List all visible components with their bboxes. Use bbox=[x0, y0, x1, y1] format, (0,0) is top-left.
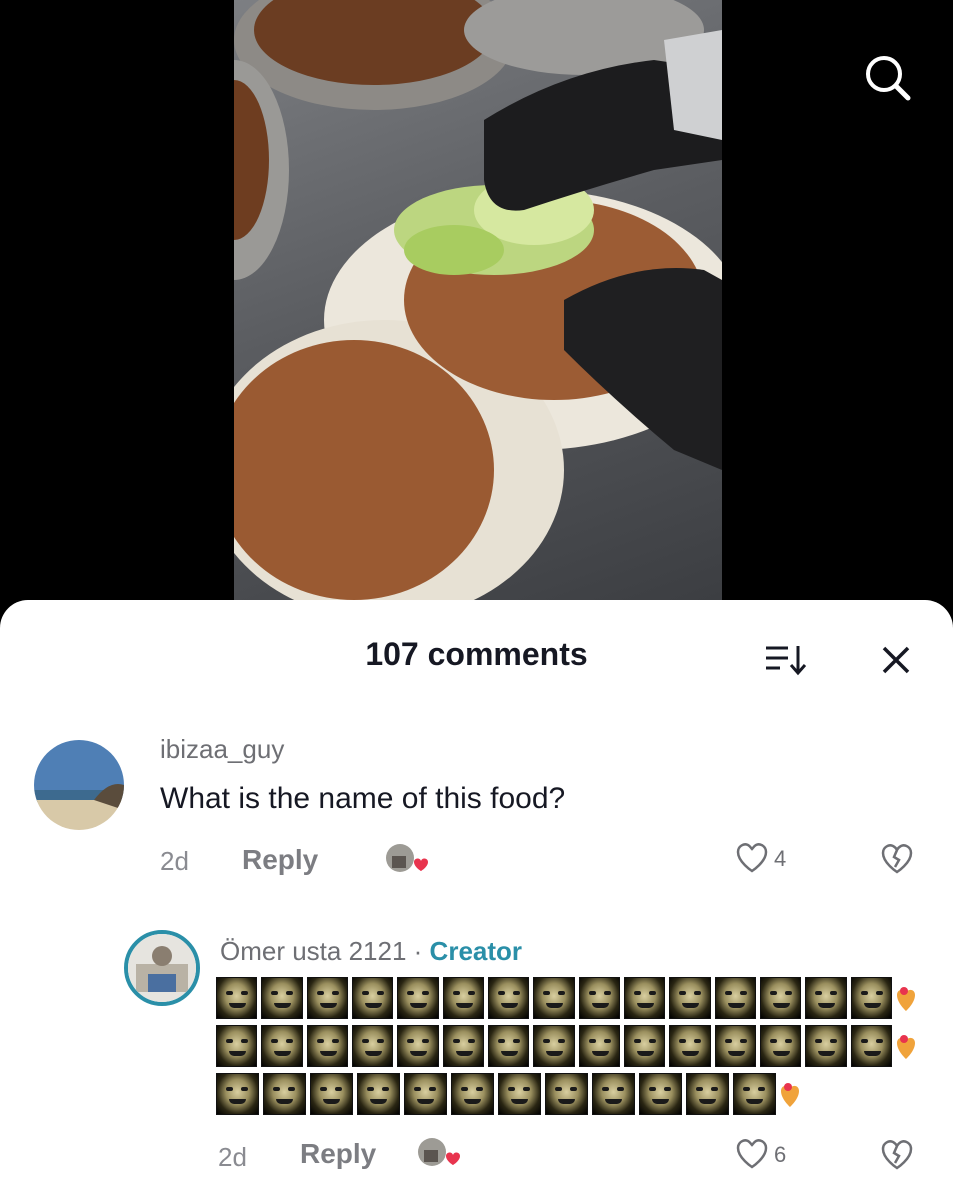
sort-button[interactable] bbox=[760, 640, 810, 680]
creator-badge: Creator bbox=[429, 936, 523, 966]
face-emoji bbox=[451, 1073, 494, 1115]
face-emoji bbox=[759, 977, 802, 1019]
comment-time: 2d bbox=[160, 846, 189, 876]
emoji-row bbox=[216, 976, 916, 1020]
face-emoji bbox=[351, 1025, 394, 1067]
face-emoji bbox=[351, 977, 394, 1019]
heart-sticker-icon bbox=[896, 981, 916, 1015]
face-emoji bbox=[686, 1073, 729, 1115]
face-emoji bbox=[623, 977, 666, 1019]
face-emoji bbox=[805, 977, 847, 1019]
face-emoji bbox=[216, 1073, 259, 1115]
search-button[interactable] bbox=[858, 48, 918, 108]
face-emoji bbox=[442, 977, 484, 1019]
face-emoji bbox=[714, 977, 756, 1019]
like-count: 4 bbox=[774, 846, 787, 871]
face-emoji bbox=[306, 1025, 348, 1067]
search-icon bbox=[866, 56, 911, 101]
sort-icon bbox=[766, 646, 807, 676]
broken-heart-icon bbox=[881, 844, 913, 874]
dislike-button[interactable] bbox=[878, 840, 916, 878]
emoji-row bbox=[216, 1072, 916, 1116]
heart-sticker-icon bbox=[896, 1029, 916, 1063]
face-emoji bbox=[487, 1025, 530, 1067]
creator-liked-badge bbox=[416, 1136, 460, 1172]
face-emoji bbox=[578, 1025, 620, 1067]
creator-avatar[interactable] bbox=[124, 930, 200, 1006]
reply-header: Ömer usta 2121 · Creator bbox=[220, 936, 522, 967]
face-emoji bbox=[545, 1073, 588, 1115]
face-emoji bbox=[805, 1025, 847, 1067]
face-emoji bbox=[261, 1025, 303, 1067]
heart-sticker-icon bbox=[780, 1077, 800, 1111]
broken-heart-icon bbox=[881, 1140, 913, 1170]
beach-avatar-image bbox=[34, 740, 124, 830]
face-emoji bbox=[669, 1025, 711, 1067]
creator-liked-icon bbox=[386, 844, 428, 872]
video-player[interactable] bbox=[0, 0, 953, 620]
face-emoji bbox=[498, 1073, 541, 1115]
face-emoji bbox=[263, 1073, 306, 1115]
comment-username[interactable]: ibizaa_guy bbox=[160, 734, 284, 765]
heart-icon bbox=[736, 843, 768, 873]
face-emoji bbox=[669, 977, 711, 1019]
creator-liked-badge bbox=[384, 842, 428, 878]
face-emoji bbox=[733, 1073, 776, 1115]
face-emoji bbox=[639, 1073, 682, 1115]
separator-dot: · bbox=[406, 936, 430, 966]
face-emoji bbox=[397, 1025, 439, 1067]
like-count: 6 bbox=[774, 1142, 787, 1167]
reply-button[interactable]: Reply bbox=[300, 1138, 376, 1170]
reply-time: 2d bbox=[218, 1142, 247, 1172]
comment-text: What is the name of this food? bbox=[160, 782, 566, 815]
face-emoji bbox=[310, 1073, 353, 1115]
emoji-row bbox=[216, 1024, 916, 1068]
creator-avatar-image bbox=[128, 934, 196, 1002]
face-emoji bbox=[533, 977, 575, 1019]
comment-count: 107 comments bbox=[365, 636, 588, 672]
face-emoji bbox=[623, 1025, 666, 1067]
face-emoji bbox=[261, 977, 303, 1019]
face-emoji bbox=[404, 1073, 447, 1115]
face-emoji bbox=[759, 1025, 802, 1067]
face-emoji bbox=[592, 1073, 635, 1115]
creator-liked-icon bbox=[418, 1138, 460, 1166]
face-emoji bbox=[216, 977, 258, 1019]
face-emoji bbox=[850, 1025, 892, 1067]
face-emoji bbox=[357, 1073, 400, 1115]
close-button[interactable] bbox=[872, 636, 920, 684]
face-emoji bbox=[216, 1025, 258, 1067]
face-emoji bbox=[487, 977, 530, 1019]
close-icon bbox=[882, 646, 910, 674]
reply-username[interactable]: Ömer usta 2121 bbox=[220, 936, 406, 966]
reply-button[interactable]: Reply bbox=[242, 844, 318, 876]
heart-icon bbox=[736, 1139, 768, 1169]
emoji-reply-content bbox=[216, 976, 916, 1120]
video-frame[interactable] bbox=[234, 0, 722, 600]
face-emoji bbox=[533, 1025, 575, 1067]
dislike-button[interactable] bbox=[878, 1136, 916, 1174]
face-emoji bbox=[397, 977, 439, 1019]
video-thumbnail bbox=[234, 0, 722, 600]
face-emoji bbox=[850, 977, 892, 1019]
like-button[interactable] bbox=[734, 840, 770, 876]
face-emoji bbox=[306, 977, 348, 1019]
face-emoji bbox=[578, 977, 620, 1019]
face-emoji bbox=[442, 1025, 484, 1067]
avatar[interactable] bbox=[34, 740, 124, 830]
face-emoji bbox=[714, 1025, 756, 1067]
like-button[interactable] bbox=[734, 1136, 770, 1172]
